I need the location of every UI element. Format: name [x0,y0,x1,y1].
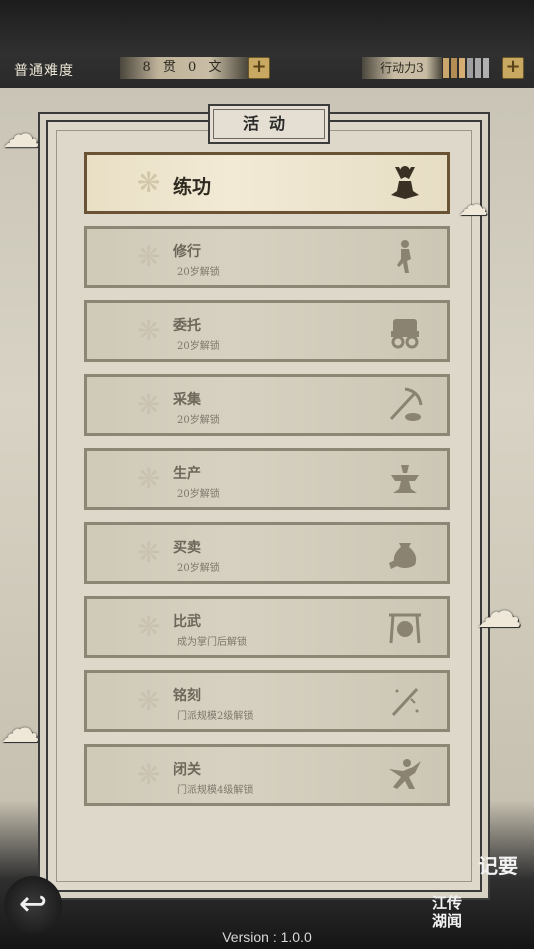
action-bar [459,58,465,78]
money-display: 8 贯 0 文 [120,57,248,79]
pickaxe-icon [385,385,425,425]
activity-item-1[interactable]: ❋ 修行 20岁解锁 [84,226,450,288]
activity-unlock-requirement: 20岁解锁 [177,563,220,574]
activity-item-8[interactable]: ❋ 闭关门派规模4级解锁 [84,744,450,806]
activity-unlock-requirement: 20岁解锁 [177,341,220,352]
add-money-button[interactable]: + [248,57,270,79]
activity-unlock-requirement: 20岁解锁 [177,489,220,500]
money-bag-icon [385,533,425,573]
activity-item-4[interactable]: ❋ 生产 20岁解锁 [84,448,450,510]
item-ornament-icon: ❋ [137,684,161,717]
item-ornament-icon: ❋ [137,462,161,495]
martial-pose-icon [385,755,425,795]
meditation-icon [385,163,425,203]
activity-name: 买卖 [173,540,201,556]
activity-name: 生产 [173,466,201,482]
add-action-power-button[interactable]: + [502,57,524,79]
cloud-ornament-icon: ☁ [0,706,40,752]
activity-name: 修行 [173,244,201,260]
item-ornament-icon: ❋ [137,388,161,421]
activity-item-5[interactable]: ❋ 买卖 20岁解锁 [84,522,450,584]
activity-unlock-requirement: 20岁解锁 [177,267,220,278]
activity-item-3[interactable]: ❋ 采集 20岁解锁 [84,374,450,436]
activity-name: 练功 [173,176,212,198]
activity-name: 闭关 [173,762,201,778]
activity-name: 铭刻 [173,688,201,704]
cloud-ornament-icon: ☁ [476,584,522,638]
jianghu-line2: 湖闻 [432,912,463,930]
item-ornament-icon: ❋ [137,314,161,347]
activity-name: 比武 [173,614,201,630]
action-bar [467,58,473,78]
action-bar [451,58,457,78]
activity-item-7[interactable]: ❋ 铭刻门派规模2级解锁 [84,670,450,732]
anvil-icon [385,459,425,499]
panel-title: 活动 [208,104,330,144]
engraving-icon [385,681,425,721]
cloud-ornament-icon: ☁ [2,112,40,156]
jianghu-line1: 江传 [432,894,463,912]
action-bar [475,58,481,78]
cloud-ornament-icon: ☁ [458,188,488,223]
activity-name: 委托 [173,318,201,334]
action-power-bars [443,58,489,78]
activity-unlock-requirement: 门派规模2级解锁 [177,711,254,722]
activity-unlock-requirement: 门派规模4级解锁 [177,785,254,796]
cart-icon [385,311,425,351]
item-ornament-icon: ❋ [137,610,161,643]
item-ornament-icon: ❋ [137,536,161,569]
activity-unlock-requirement: 20岁解锁 [177,415,220,426]
item-ornament-icon: ❋ [137,166,161,199]
activity-item-6[interactable]: ❋ 比武成为掌门后解锁 [84,596,450,658]
training-icon [385,237,425,277]
item-ornament-icon: ❋ [137,240,161,273]
difficulty-label: 普通难度 [14,63,74,79]
activity-item-0[interactable]: ❋ 练功 [84,152,450,214]
action-power-label: 行动力3 [362,57,442,79]
action-bar [443,58,449,78]
gong-icon [385,607,425,647]
notes-button[interactable]: 记要 [478,850,532,884]
back-button[interactable]: ↩ [4,876,62,934]
action-bar [483,58,489,78]
activity-unlock-requirement: 成为掌门后解锁 [177,637,247,648]
item-ornament-icon: ❋ [137,758,161,791]
activity-item-2[interactable]: ❋ 委托 20岁解锁 [84,300,450,362]
activity-name: 采集 [173,392,201,408]
version-label: Version : 1.0.0 [222,929,312,945]
